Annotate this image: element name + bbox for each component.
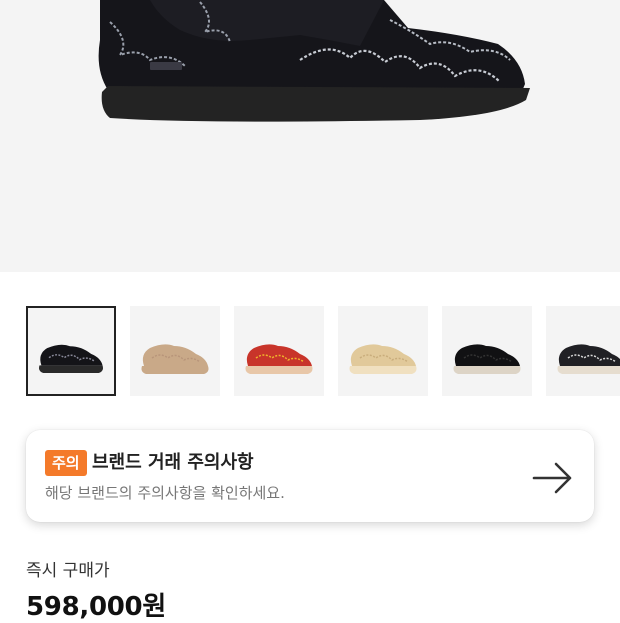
shoe-thumbnail-image: [453, 344, 521, 374]
arrow-right-icon[interactable]: [530, 456, 574, 500]
shoe-thumbnail-image: [245, 344, 313, 374]
thumbnail-black-flame-wallabee[interactable]: [26, 306, 116, 396]
thumbnail-black-paisley-wallabee[interactable]: [546, 306, 620, 396]
notice-subtitle: 해당 브랜드의 주의사항을 확인하세요.: [45, 484, 285, 502]
notice-title: 브랜드 거래 주의사항: [92, 452, 254, 473]
shoe-thumbnail-image: [349, 344, 417, 374]
shoe-thumbnail-image: [38, 344, 104, 373]
thumbnail-tan-suede-wallabee[interactable]: [130, 306, 220, 396]
shoe-thumbnail-image: [141, 344, 209, 374]
instant-buy-price: 598,000원: [26, 592, 166, 622]
caution-badge: 주의: [45, 450, 87, 476]
product-image: [98, 0, 531, 122]
instant-buy-label: 즉시 구매가: [26, 561, 110, 581]
thumbnail-red-yellow-flame-wallabee[interactable]: [234, 306, 324, 396]
product-hero-image[interactable]: [0, 0, 620, 272]
thumbnail-strip[interactable]: [26, 306, 620, 396]
thumbnail-black-woven-wallabee[interactable]: [442, 306, 532, 396]
thumbnail-woven-beige-wallabee[interactable]: [338, 306, 428, 396]
brand-notice-card[interactable]: 주의 브랜드 거래 주의사항 해당 브랜드의 주의사항을 확인하세요.: [26, 430, 594, 522]
shoe-thumbnail-image: [557, 344, 620, 374]
